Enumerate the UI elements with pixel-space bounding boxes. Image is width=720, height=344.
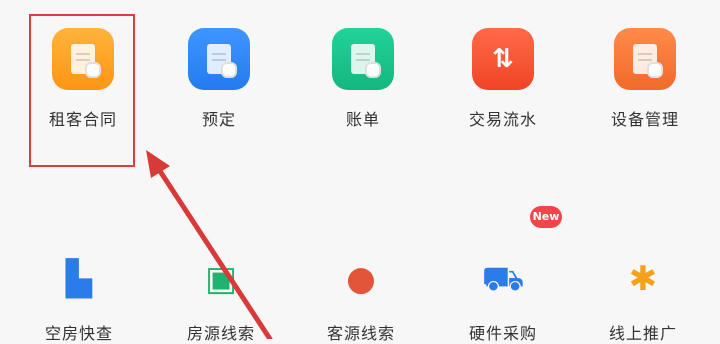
annotation-arrow	[146, 150, 273, 339]
app-grid: 租客合同 预定 账单 ⇅ 交易流水 设备管理 ▙ 空房快查 ▣ 房源线索 ● 客…	[0, 0, 720, 343]
